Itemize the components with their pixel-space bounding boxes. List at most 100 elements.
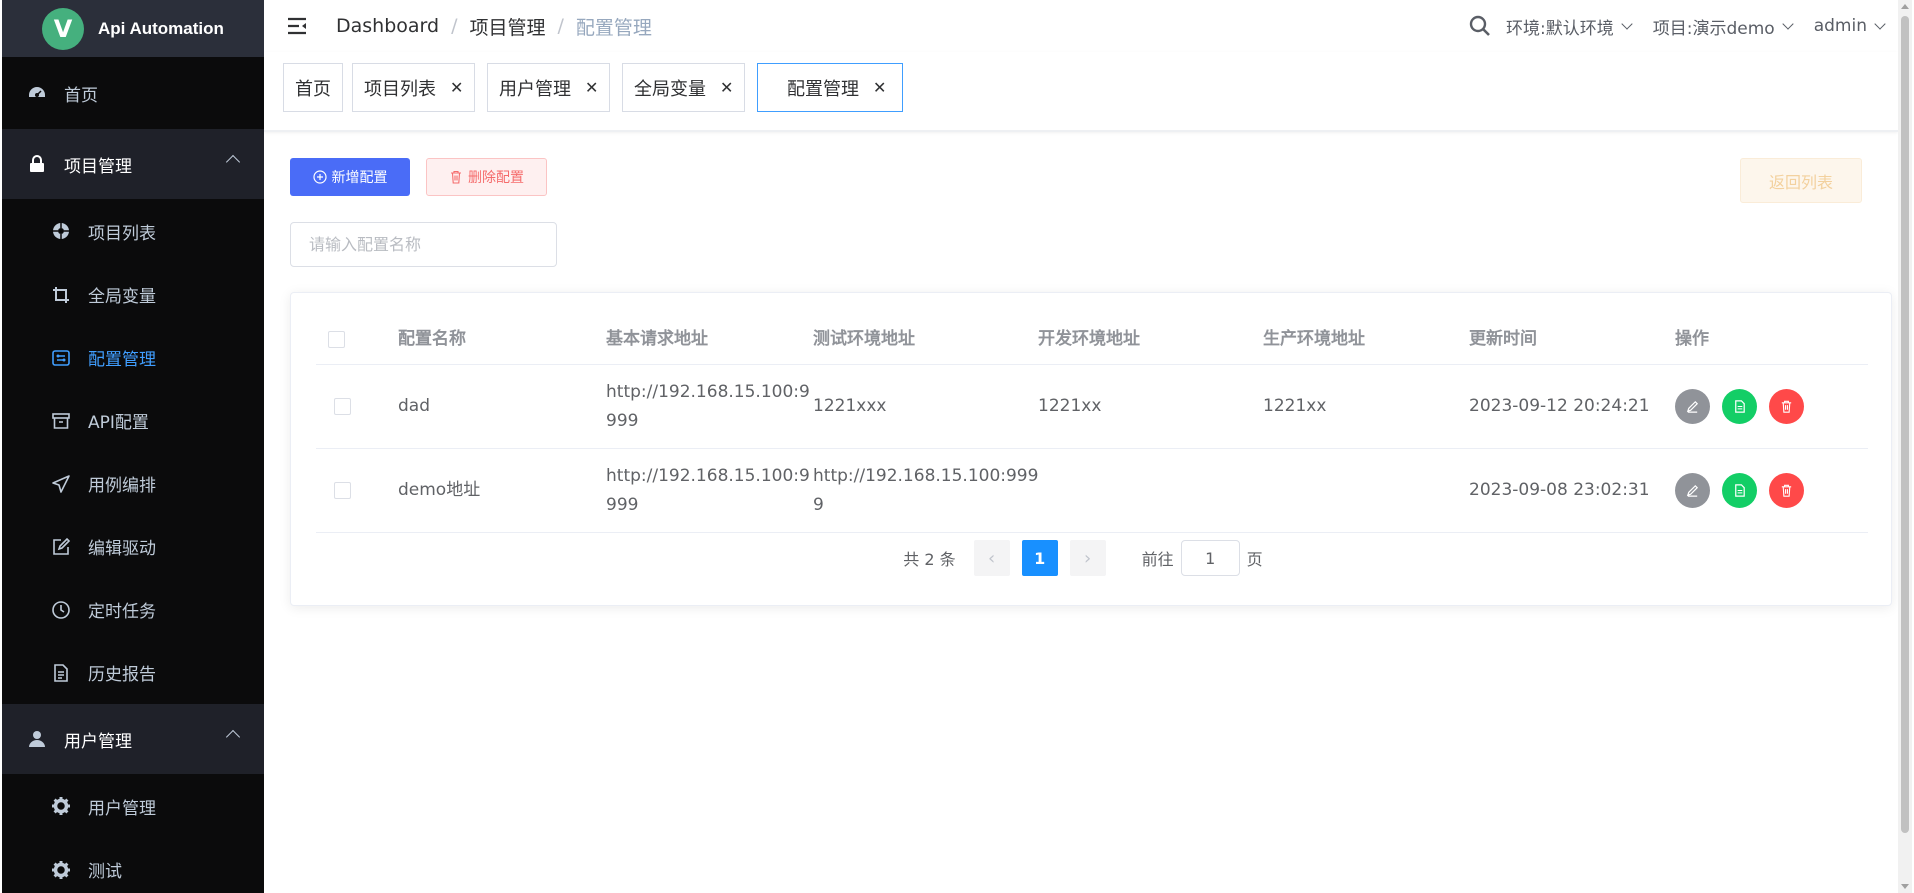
chevron-down-icon	[1874, 18, 1886, 30]
edit-button[interactable]	[1675, 473, 1710, 508]
tag-label: 首页	[295, 78, 331, 100]
sidebar-item-edit-driver[interactable]: 编辑驱动	[2, 515, 264, 578]
header-right: 环境:默认环境 项目:演示demo admin	[1468, 0, 1886, 52]
tag-home[interactable]: 首页	[283, 63, 343, 112]
copy-button[interactable]	[1722, 473, 1757, 508]
tag-user-management[interactable]: 用户管理 ✕	[487, 63, 611, 112]
sidebar-group-label: 用户管理	[64, 731, 132, 752]
search-icon[interactable]	[1468, 14, 1492, 38]
tag-label: 配置管理	[787, 78, 859, 100]
dashboard-icon	[26, 82, 48, 104]
goto-page-input[interactable]	[1180, 540, 1240, 576]
sidebar-item-label: API配置	[88, 413, 149, 433]
project-selector[interactable]: 项目:演示demo	[1653, 14, 1794, 39]
breadcrumb-separator: /	[451, 15, 458, 37]
sidebar-item-label: 全局变量	[88, 287, 156, 307]
base-url-cell: http://192.168.15.100:9 999	[606, 365, 810, 448]
sidebar-item-test[interactable]: 测试	[2, 838, 264, 893]
tag-global-vars[interactable]: 全局变量 ✕	[622, 63, 746, 112]
close-icon[interactable]: ✕	[585, 78, 598, 97]
chevron-down-icon	[1782, 18, 1794, 30]
delete-button[interactable]	[1769, 473, 1804, 508]
tag-label: 全局变量	[634, 78, 706, 100]
table-row: dad http://192.168.15.100:9 999 1221xxx …	[316, 365, 1868, 449]
prod-url-cell: 1221xx	[1263, 396, 1327, 416]
edit-button[interactable]	[1675, 389, 1710, 424]
user-menu[interactable]: admin	[1814, 16, 1886, 36]
page-number[interactable]: 1	[1021, 540, 1058, 576]
sidebar-group-user[interactable]: 用户管理	[2, 704, 264, 774]
config-name-search-input[interactable]	[290, 222, 557, 267]
env-selector[interactable]: 环境:默认环境	[1506, 14, 1633, 39]
edit-icon	[50, 536, 72, 558]
goto-prefix: 前往	[1141, 550, 1174, 569]
column-header: 更新时间	[1469, 329, 1537, 349]
next-page-button[interactable]: ›	[1069, 540, 1106, 576]
config-name-cell: demo地址	[398, 480, 481, 500]
row-checkbox[interactable]	[334, 482, 351, 499]
breadcrumb-project-management[interactable]: 项目管理	[470, 13, 546, 40]
page-scrollbar[interactable]	[1898, 0, 1912, 893]
plus-circle-icon	[312, 170, 327, 184]
scroll-down-arrow-icon[interactable]	[1901, 884, 1909, 889]
config-table: 配置名称 基本请求地址 测试环境地址 开发环境地址 生产环境地址 更新时间 操作…	[316, 315, 1868, 533]
sidebar-group-project[interactable]: 项目管理	[2, 129, 264, 199]
sidebar-item-api-config[interactable]: API配置	[2, 389, 264, 452]
document-icon	[1735, 484, 1745, 497]
base-url-line1: http://192.168.15.100:9	[606, 465, 810, 486]
sidebar-item-history-reports[interactable]: 历史报告	[2, 641, 264, 704]
pagination-total: 共 2 条	[903, 550, 956, 569]
tag-config-management[interactable]: 配置管理 ✕	[757, 63, 903, 112]
breadcrumb-separator: /	[557, 15, 564, 37]
row-checkbox[interactable]	[334, 398, 351, 415]
chevron-up-icon	[225, 154, 241, 170]
sidebar-item-label: 测试	[88, 862, 122, 882]
base-url-cell: http://192.168.15.100:9 999	[606, 449, 810, 532]
row-select-cell	[334, 449, 351, 532]
delete-config-button[interactable]: 删除配置	[426, 158, 547, 196]
config-name-cell: dad	[398, 396, 430, 416]
sidebar-item-case-orchestration[interactable]: 用例编排	[2, 452, 264, 515]
hamburger-icon[interactable]	[286, 15, 308, 37]
scrollbar-thumb[interactable]	[1901, 16, 1909, 833]
sidebar-item-label: 配置管理	[88, 350, 156, 370]
column-header: 生产环境地址	[1263, 329, 1365, 349]
close-icon[interactable]: ✕	[720, 78, 733, 97]
top-navbar: Dashboard / 项目管理 / 配置管理 环境:默认环境 项目:演示dem…	[264, 0, 1898, 52]
actions-cell	[1675, 449, 1816, 532]
user-icon	[26, 728, 48, 750]
sidebar-item-config[interactable]: 配置管理	[2, 326, 264, 389]
sidebar-item-scheduled-tasks[interactable]: 定时任务	[2, 578, 264, 641]
add-config-button[interactable]: 新增配置	[290, 158, 410, 196]
tags-view: 首页 项目列表 ✕ 用户管理 ✕ 全局变量 ✕ 配置管理 ✕	[264, 52, 1898, 132]
breadcrumb-dashboard[interactable]: Dashboard	[336, 15, 439, 37]
sidebar-item-user-management[interactable]: 用户管理	[2, 774, 264, 838]
box-icon	[50, 410, 72, 432]
sidebar-item-label: 首页	[64, 85, 98, 106]
sidebar-item-global-vars[interactable]: 全局变量	[2, 263, 264, 326]
sidebar-item-label: 编辑驱动	[88, 539, 156, 559]
project-icon	[50, 220, 72, 242]
app-logo[interactable]: V Api Automation	[2, 0, 264, 57]
close-icon[interactable]: ✕	[450, 78, 463, 97]
back-to-list-button[interactable]: 返回列表	[1740, 158, 1862, 203]
row-select-cell	[334, 365, 351, 448]
prev-page-button[interactable]: ‹	[973, 540, 1010, 576]
delete-button[interactable]	[1769, 389, 1804, 424]
test-url-cell: http://192.168.15.100:999 9	[813, 449, 1038, 532]
scroll-up-arrow-icon[interactable]	[1901, 4, 1909, 9]
tag-label: 用户管理	[499, 78, 571, 100]
config-icon	[50, 347, 72, 369]
sidebar-item-project-list[interactable]: 项目列表	[2, 199, 264, 263]
tag-project-list[interactable]: 项目列表 ✕	[352, 63, 476, 112]
sidebar-item-home[interactable]: 首页	[2, 57, 264, 129]
close-icon[interactable]: ✕	[873, 78, 886, 97]
sidebar-item-label: 定时任务	[88, 602, 156, 622]
send-icon	[50, 473, 72, 495]
select-all-checkbox[interactable]	[328, 331, 345, 348]
sidebar: V Api Automation 首页 项目管理 项目列表 全局变量 配置管理	[2, 0, 264, 893]
chevron-down-icon	[1621, 18, 1633, 30]
trash-icon	[1781, 400, 1792, 413]
copy-button[interactable]	[1722, 389, 1757, 424]
gear-icon	[50, 795, 72, 817]
